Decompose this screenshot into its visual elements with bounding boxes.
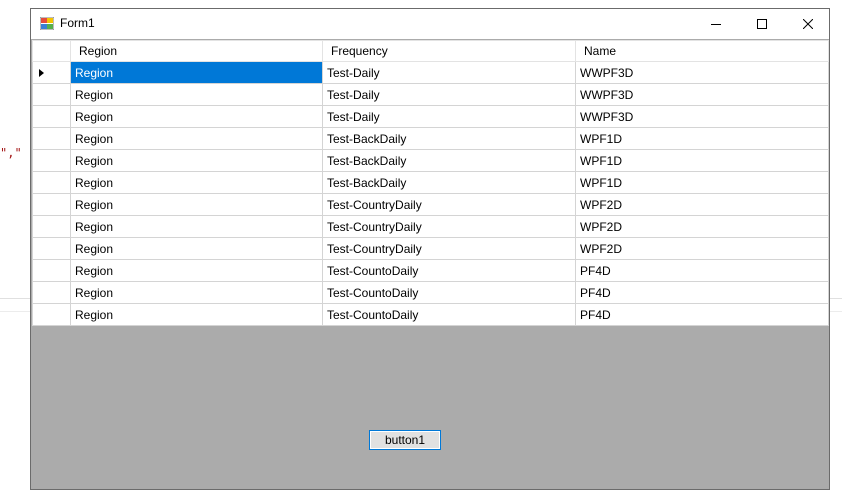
cell-frequency[interactable]: Test-Daily	[322, 61, 576, 84]
cell-frequency[interactable]: Test-CountoDaily	[322, 303, 576, 326]
current-row-arrow-icon	[39, 68, 44, 77]
table-row[interactable]: Region Test-CountoDaily PF4D	[32, 259, 829, 282]
row-header[interactable]	[32, 105, 71, 128]
cell-region[interactable]: Region	[70, 105, 323, 128]
cell-name[interactable]: WPF1D	[575, 127, 829, 150]
background-code-fragment: ","	[0, 146, 22, 160]
close-icon	[803, 19, 813, 29]
cell-region[interactable]: Region	[70, 171, 323, 194]
cell-region[interactable]: Region	[70, 259, 323, 282]
cell-frequency[interactable]: Test-Daily	[322, 105, 576, 128]
cell-name[interactable]: PF4D	[575, 281, 829, 304]
cell-frequency[interactable]: Test-Daily	[322, 83, 576, 106]
cell-name[interactable]: WPF2D	[575, 237, 829, 260]
winforms-app-icon	[40, 17, 54, 30]
cell-frequency[interactable]: Test-BackDaily	[322, 127, 576, 150]
table-row[interactable]: Region Test-BackDaily WPF1D	[32, 127, 829, 150]
cell-region[interactable]: Region	[70, 193, 323, 216]
button1[interactable]: button1	[369, 430, 441, 450]
grid-header-row: Region Frequency Name	[32, 40, 829, 62]
form1-window: Form1 Region Frequency Name Region Test-…	[30, 8, 830, 490]
cell-region[interactable]: Region	[70, 61, 323, 84]
cell-region[interactable]: Region	[70, 83, 323, 106]
row-header[interactable]	[32, 83, 71, 106]
minimize-icon	[711, 24, 721, 25]
column-header-region[interactable]: Region	[70, 40, 323, 62]
row-header[interactable]	[32, 281, 71, 304]
row-header[interactable]	[32, 193, 71, 216]
cell-name[interactable]: WPF2D	[575, 215, 829, 238]
table-row[interactable]: Region Test-Daily WWPF3D	[32, 83, 829, 106]
cell-name[interactable]: WPF1D	[575, 171, 829, 194]
table-row[interactable]: Region Test-Daily WWPF3D	[32, 105, 829, 128]
cell-frequency[interactable]: Test-CountryDaily	[322, 215, 576, 238]
row-header-corner[interactable]	[32, 40, 71, 62]
cell-name[interactable]: WPF2D	[575, 193, 829, 216]
cell-frequency[interactable]: Test-BackDaily	[322, 149, 576, 172]
row-header[interactable]	[32, 303, 71, 326]
close-button[interactable]	[785, 9, 831, 39]
data-grid-view[interactable]: Region Frequency Name Region Test-Daily WW…	[32, 40, 829, 326]
cell-frequency[interactable]: Test-CountoDaily	[322, 281, 576, 304]
column-header-name[interactable]: Name	[575, 40, 829, 62]
cell-region[interactable]: Region	[70, 215, 323, 238]
cell-frequency[interactable]: Test-CountryDaily	[322, 193, 576, 216]
data-grid-table: Region Frequency Name Region Test-Daily WW…	[32, 40, 829, 326]
row-header[interactable]	[32, 237, 71, 260]
table-row[interactable]: Region Test-BackDaily WPF1D	[32, 171, 829, 194]
maximize-icon	[757, 19, 767, 29]
title-bar[interactable]: Form1	[31, 9, 829, 39]
cell-region[interactable]: Region	[70, 149, 323, 172]
cell-region[interactable]: Region	[70, 303, 323, 326]
row-header[interactable]	[32, 215, 71, 238]
row-header[interactable]	[32, 149, 71, 172]
table-row[interactable]: Region Test-CountryDaily WPF2D	[32, 193, 829, 216]
cell-region[interactable]: Region	[70, 127, 323, 150]
maximize-button[interactable]	[739, 9, 785, 39]
cell-frequency[interactable]: Test-CountryDaily	[322, 237, 576, 260]
table-row[interactable]: Region Test-CountryDaily WPF2D	[32, 215, 829, 238]
table-row[interactable]: Region Test-Daily WWPF3D	[32, 61, 829, 84]
cell-frequency[interactable]: Test-CountoDaily	[322, 259, 576, 282]
cell-region[interactable]: Region	[70, 281, 323, 304]
cell-name[interactable]: PF4D	[575, 259, 829, 282]
cell-frequency[interactable]: Test-BackDaily	[322, 171, 576, 194]
row-header[interactable]	[32, 127, 71, 150]
cell-name[interactable]: WPF1D	[575, 149, 829, 172]
minimize-button[interactable]	[693, 9, 739, 39]
table-row[interactable]: Region Test-CountoDaily PF4D	[32, 281, 829, 304]
table-row[interactable]: Region Test-BackDaily WPF1D	[32, 149, 829, 172]
cell-name[interactable]: WWPF3D	[575, 61, 829, 84]
row-header[interactable]	[32, 171, 71, 194]
cell-name[interactable]: PF4D	[575, 303, 829, 326]
row-header[interactable]	[32, 61, 71, 84]
table-row[interactable]: Region Test-CountoDaily PF4D	[32, 303, 829, 326]
cell-name[interactable]: WWPF3D	[575, 105, 829, 128]
cell-name[interactable]: WWPF3D	[575, 83, 829, 106]
cell-region[interactable]: Region	[70, 237, 323, 260]
row-header[interactable]	[32, 259, 71, 282]
column-header-frequency[interactable]: Frequency	[322, 40, 576, 62]
table-row[interactable]: Region Test-CountryDaily WPF2D	[32, 237, 829, 260]
window-title: Form1	[60, 16, 95, 30]
